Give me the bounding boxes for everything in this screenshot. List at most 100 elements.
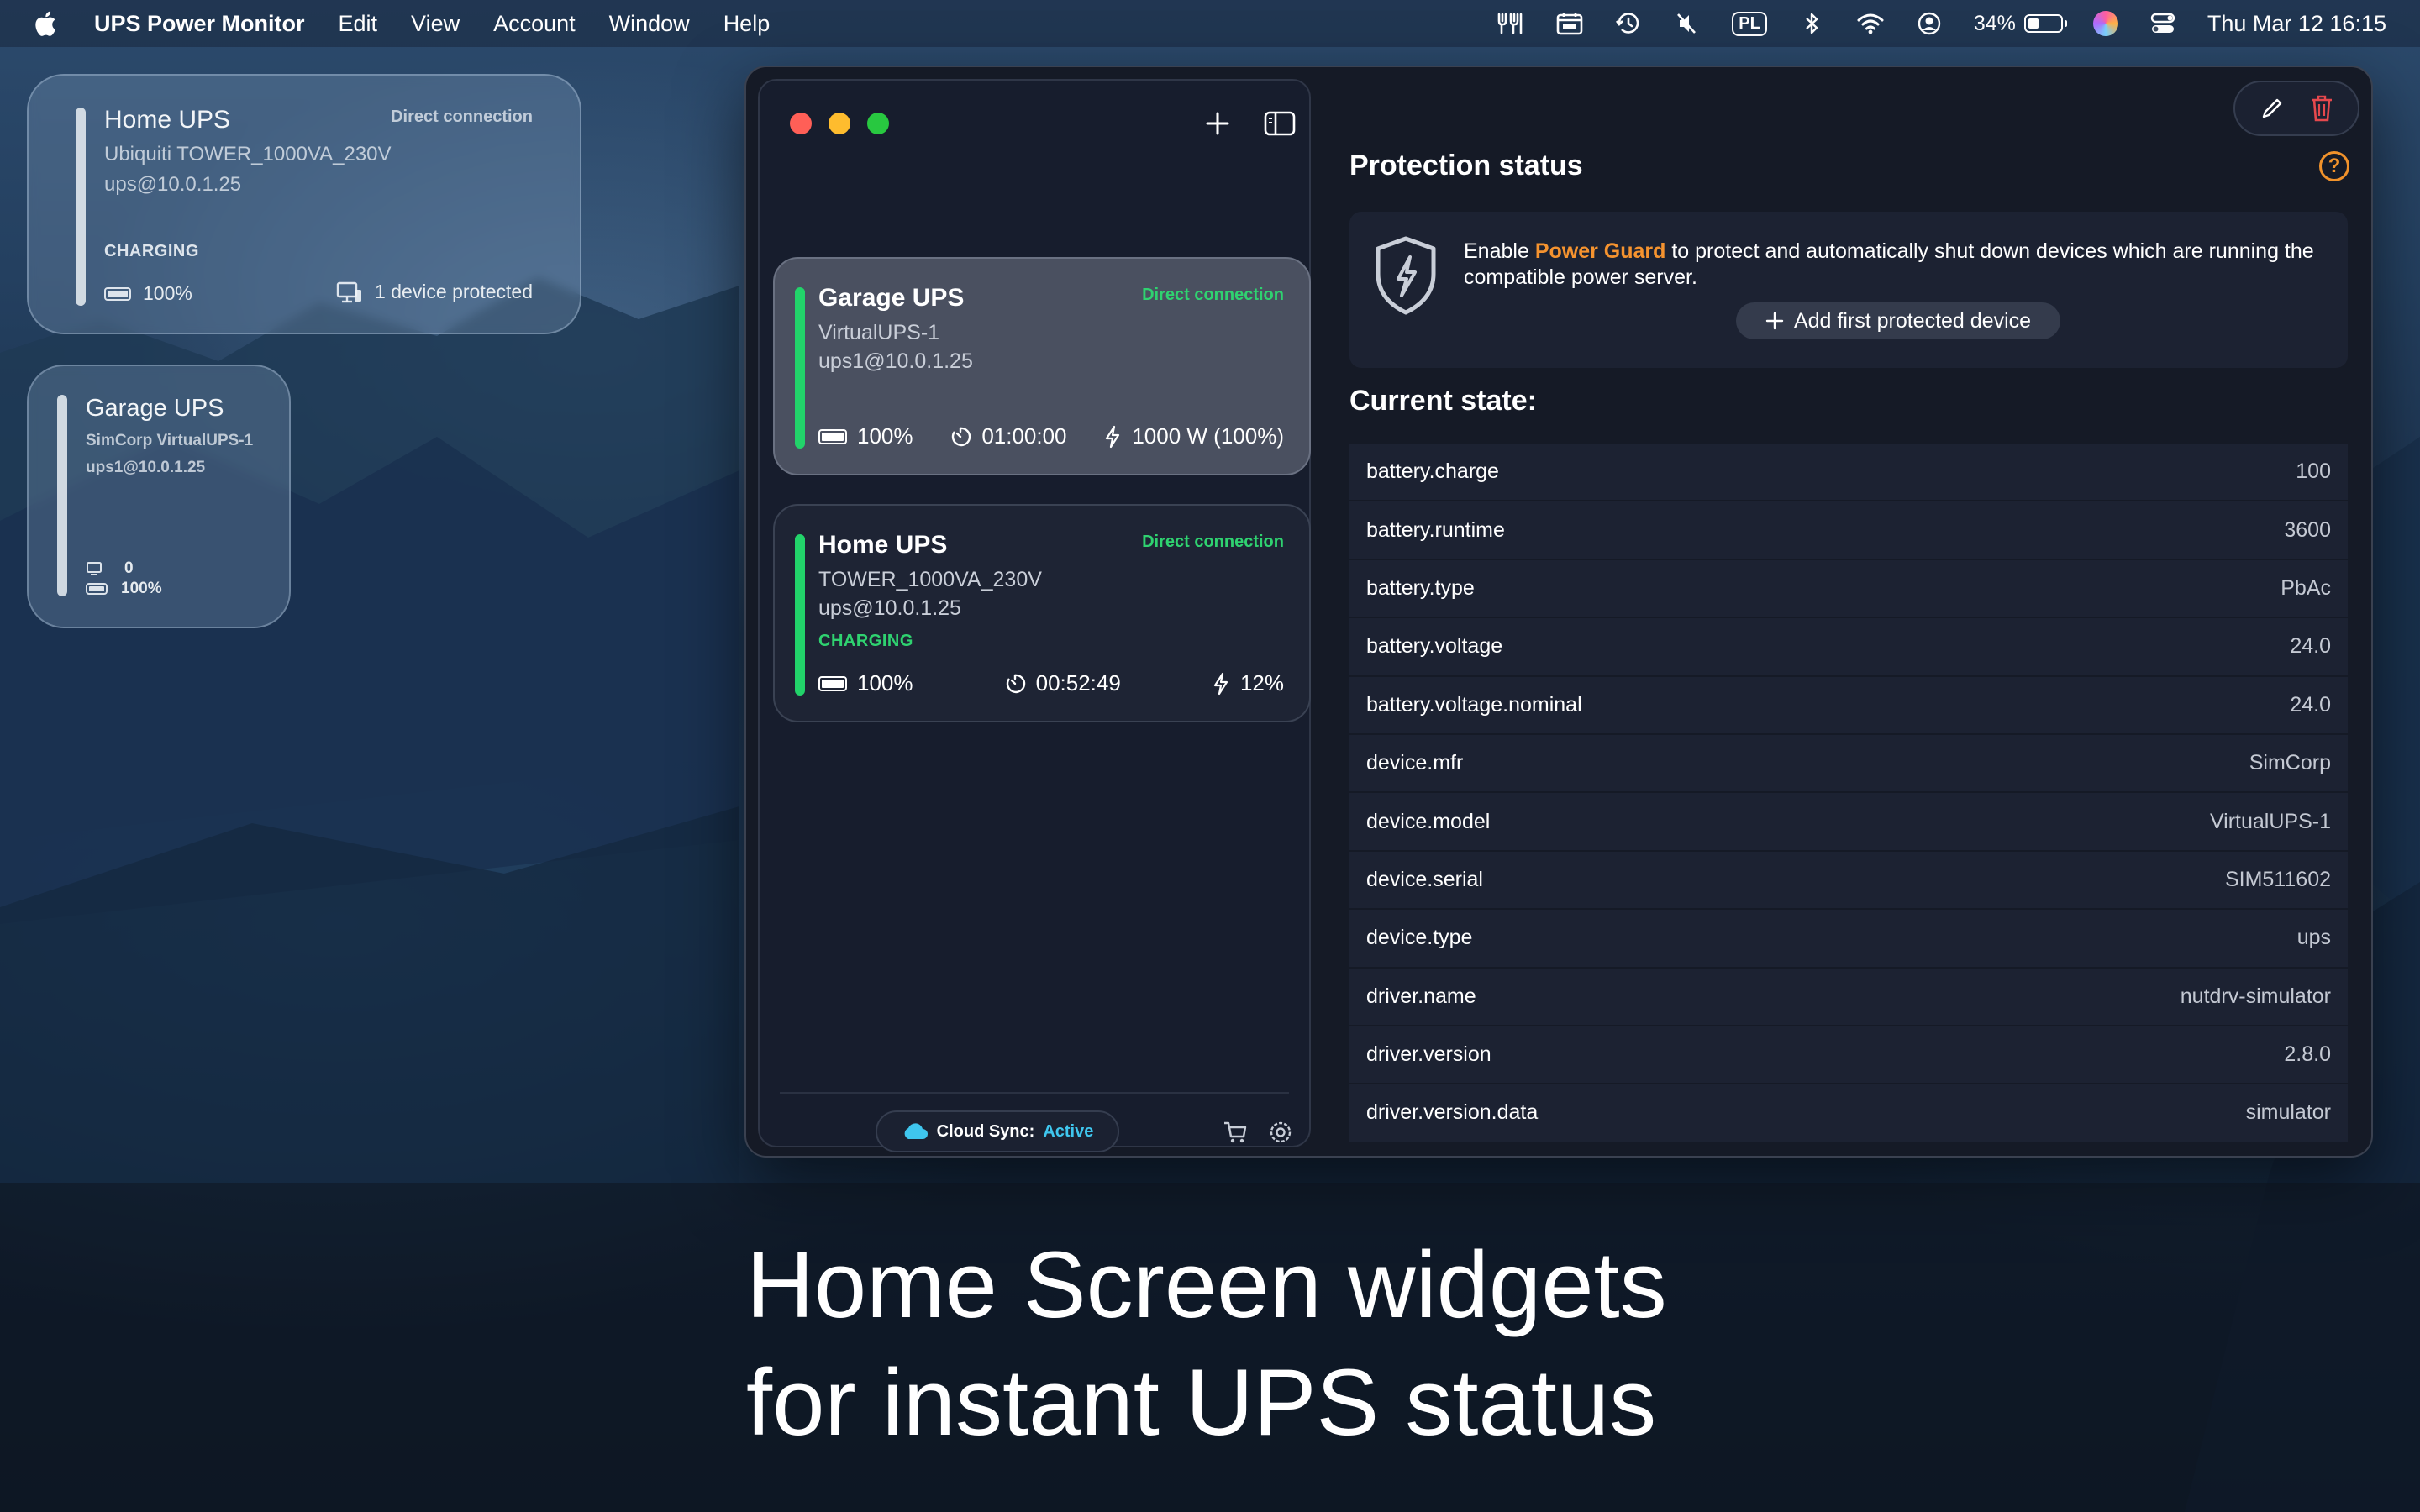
- state-value: SIM511602: [2224, 867, 2331, 891]
- settings-gear-icon[interactable]: [1267, 1119, 1294, 1146]
- home-ups-widget[interactable]: Home UPS Direct connection Ubiquiti TOWE…: [27, 74, 581, 334]
- apple-menu-icon[interactable]: [32, 9, 57, 38]
- headline-line-2: for instant UPS status: [746, 1350, 1657, 1455]
- state-value: nutdrv-simulator: [2180, 984, 2331, 1008]
- delete-trash-icon[interactable]: [2309, 94, 2334, 123]
- widget-title: Garage UPS: [86, 395, 224, 422]
- state-row: battery.voltage 24.0: [1349, 618, 2348, 677]
- menu-help[interactable]: Help: [723, 11, 771, 37]
- plus-icon: [1765, 312, 1784, 330]
- calendar-menu-icon[interactable]: [1555, 11, 1584, 36]
- wifi-icon[interactable]: [1856, 11, 1885, 36]
- widget-model: SimCorp VirtualUPS-1: [86, 432, 254, 449]
- card-load-value: 12%: [1239, 670, 1284, 696]
- bolt-icon: [1213, 672, 1228, 695]
- add-protected-device-button[interactable]: Add first protected device: [1736, 302, 2060, 339]
- bolt-icon: [1106, 425, 1120, 448]
- state-key: driver.name: [1366, 984, 1476, 1008]
- add-ups-button[interactable]: [1197, 102, 1239, 144]
- garage-ups-widget[interactable]: Garage UPS SimCorp VirtualUPS-1 ups1@10.…: [27, 365, 291, 628]
- cloud-sync-state: Active: [1043, 1121, 1094, 1141]
- app-menu[interactable]: UPS Power Monitor: [94, 11, 305, 37]
- state-value: 24.0: [2290, 634, 2331, 659]
- ups-card-garage[interactable]: Garage UPS Direct connection VirtualUPS-…: [773, 257, 1311, 475]
- battery-icon: [104, 286, 131, 301]
- state-row: device.mfr SimCorp: [1349, 734, 2348, 794]
- timer-icon: [952, 427, 971, 446]
- sidebar-toggle-icon: [1264, 111, 1296, 136]
- zoom-window-button[interactable]: [867, 113, 889, 134]
- state-value: PbAc: [2281, 575, 2331, 600]
- widget-battery: 100%: [104, 282, 192, 305]
- card-load: 12%: [1212, 670, 1284, 696]
- ups-status-menu-icon[interactable]: [1497, 11, 1525, 36]
- battery-icon: [2023, 14, 2067, 33]
- card-stats: 100% 00:52:49 12%: [818, 670, 1284, 696]
- state-value: 2.8.0: [2284, 1042, 2331, 1067]
- card-connection-type: Direct connection: [1142, 533, 1284, 551]
- battery-status[interactable]: 34%: [1974, 12, 2067, 36]
- minimize-window-button[interactable]: [829, 113, 850, 134]
- card-runtime-value: 00:52:49: [1035, 670, 1121, 696]
- siri-icon[interactable]: [2092, 11, 2118, 36]
- monitor-icon: [336, 281, 362, 302]
- widget-status-bar: [57, 395, 67, 596]
- card-runtime-value: 01:00:00: [981, 423, 1067, 449]
- ups-card-home[interactable]: Home UPS Direct connection TOWER_1000VA_…: [773, 504, 1311, 722]
- menu-bar: UPS Power Monitor Edit View Account Wind…: [0, 0, 2420, 47]
- state-key: device.mfr: [1366, 751, 1464, 775]
- card-battery: 100%: [818, 670, 913, 696]
- card-address: ups@10.0.1.25: [818, 596, 961, 620]
- close-window-button[interactable]: [790, 113, 812, 134]
- control-center-icon[interactable]: [2149, 11, 2177, 36]
- widget-address: ups1@10.0.1.25: [86, 459, 206, 476]
- state-key: device.model: [1366, 809, 1491, 833]
- card-connection-type: Direct connection: [1142, 286, 1284, 304]
- menu-account[interactable]: Account: [493, 11, 576, 37]
- app-window: Garage UPS Direct connection VirtualUPS-…: [744, 66, 2373, 1158]
- battery-icon: [818, 428, 847, 444]
- state-row: device.serial SIM511602: [1349, 851, 2348, 911]
- detail-pane: Protection status ? Enable Power Guard t…: [1334, 67, 2371, 1156]
- card-load-value: 1000 W (100%): [1132, 423, 1284, 449]
- menu-bar-clock[interactable]: Thu Mar 12 16:15: [2207, 11, 2386, 37]
- cart-icon[interactable]: [1222, 1119, 1249, 1146]
- sidebar-divider: [780, 1092, 1289, 1094]
- state-row: battery.runtime 3600: [1349, 501, 2348, 560]
- window-controls: [790, 113, 889, 134]
- current-state-title: Current state:: [1349, 385, 1537, 417]
- muted-speaker-icon[interactable]: [1673, 11, 1702, 36]
- menu-window[interactable]: Window: [609, 11, 690, 37]
- widget-devices: 0: [86, 559, 134, 578]
- time-machine-icon[interactable]: [1614, 11, 1643, 36]
- widget-battery-value: 100%: [143, 282, 192, 304]
- widget-status: CHARGING: [104, 242, 199, 260]
- card-title: Home UPS: [818, 531, 948, 559]
- user-account-icon[interactable]: [1915, 11, 1944, 36]
- bluetooth-icon[interactable]: [1797, 11, 1826, 36]
- card-model: VirtualUPS-1: [818, 321, 940, 344]
- state-key: battery.charge: [1366, 459, 1499, 484]
- state-row: driver.version 2.8.0: [1349, 1026, 2348, 1085]
- card-status-bar: [795, 534, 805, 696]
- timer-icon: [1006, 674, 1025, 693]
- widget-model: Ubiquiti TOWER_1000VA_230V: [104, 143, 392, 165]
- card-title: Garage UPS: [818, 284, 965, 312]
- state-key: battery.voltage.nominal: [1366, 692, 1582, 717]
- input-source-badge[interactable]: PL: [1732, 11, 1767, 36]
- menu-edit[interactable]: Edit: [339, 11, 378, 37]
- toggle-sidebar-button[interactable]: [1259, 102, 1301, 144]
- state-row: device.type ups: [1349, 910, 2348, 969]
- cloud-sync-button[interactable]: Cloud Sync: Active: [876, 1110, 1119, 1152]
- help-icon[interactable]: ?: [2319, 151, 2349, 181]
- edit-pencil-icon[interactable]: [2260, 96, 2285, 121]
- widget-address: ups@10.0.1.25: [104, 173, 242, 196]
- state-value: 3600: [2284, 517, 2331, 542]
- state-row: battery.charge 100: [1349, 444, 2348, 502]
- menu-view[interactable]: View: [411, 11, 460, 37]
- widget-battery-value: 100%: [121, 580, 162, 597]
- state-key: battery.runtime: [1366, 517, 1505, 542]
- state-value: SimCorp: [2249, 751, 2331, 775]
- power-guard-link[interactable]: Power Guard: [1535, 239, 1666, 263]
- state-row: device.model VirtualUPS-1: [1349, 793, 2348, 852]
